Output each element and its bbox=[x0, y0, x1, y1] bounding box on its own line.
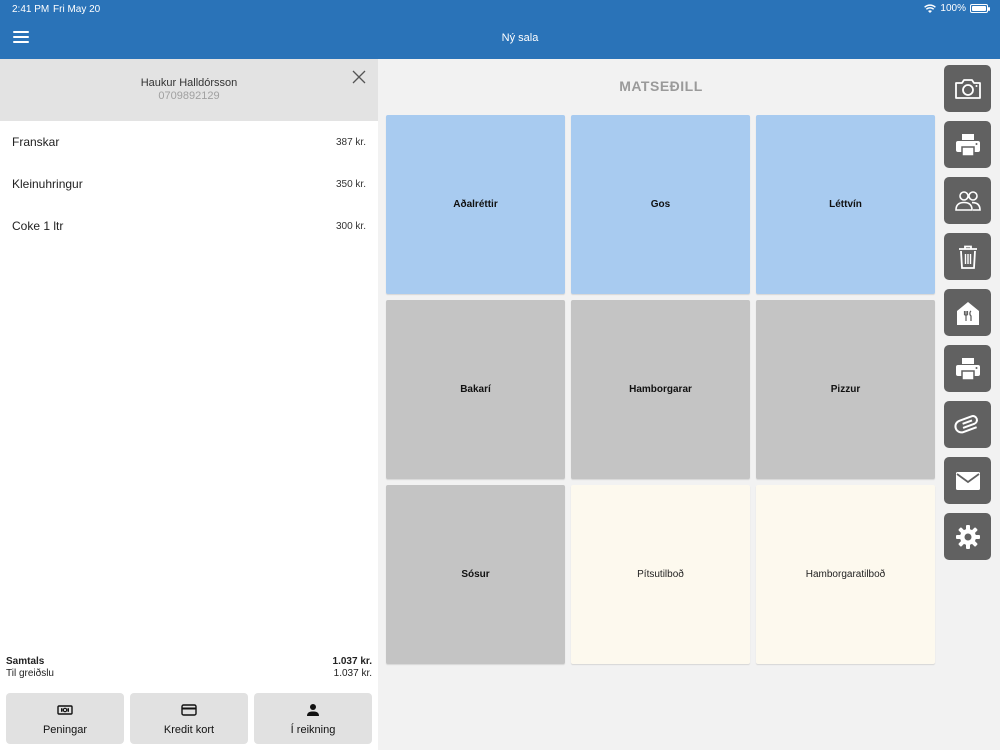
cash-icon bbox=[57, 704, 73, 715]
cash-button[interactable]: Peningar bbox=[6, 693, 124, 744]
menu-title: MATSEÐILL bbox=[619, 78, 703, 94]
gear-icon bbox=[955, 524, 980, 549]
menu-tile-pitsutilbod[interactable]: Pítsutilboð bbox=[571, 485, 750, 664]
print-button-2[interactable] bbox=[944, 345, 991, 392]
amount-due-label: Til greiðslu bbox=[6, 668, 54, 679]
status-indicators: 100% bbox=[924, 3, 990, 14]
email-button[interactable] bbox=[944, 457, 991, 504]
paperclip-icon bbox=[953, 414, 978, 433]
camera-icon bbox=[954, 78, 981, 99]
battery-icon bbox=[970, 4, 990, 13]
page-title: Ný sala bbox=[501, 32, 539, 44]
payment-buttons: Peningar Kredit kort Í reikning bbox=[6, 693, 372, 744]
camera-button[interactable] bbox=[944, 65, 991, 112]
attach-button[interactable] bbox=[944, 401, 991, 448]
menu-tile-bakari[interactable]: Bakarí bbox=[386, 300, 565, 479]
account-button[interactable]: Í reikning bbox=[254, 693, 372, 744]
total-value: 1.037 kr. bbox=[332, 656, 372, 667]
order-item-name: Kleinuhringur bbox=[12, 177, 83, 191]
order-item-price: 387 kr. bbox=[335, 136, 366, 148]
order-item[interactable]: Franskar 387 kr. bbox=[0, 121, 378, 163]
printer-icon bbox=[955, 357, 980, 381]
print-button[interactable] bbox=[944, 121, 991, 168]
menu-tile-sosur[interactable]: Sósur bbox=[386, 485, 565, 664]
credit-card-icon bbox=[181, 703, 197, 716]
order-item-name: Franskar bbox=[12, 135, 60, 149]
credit-card-button-label: Kredit kort bbox=[163, 723, 215, 736]
menu-tile-hamborgarar[interactable]: Hamborgarar bbox=[571, 300, 750, 479]
status-time: 2:41 PM bbox=[12, 4, 50, 15]
close-icon[interactable] bbox=[352, 70, 366, 84]
account-button-label: Í reikning bbox=[290, 723, 336, 736]
order-item[interactable]: Coke 1 ltr 300 kr. bbox=[0, 205, 378, 247]
delete-button[interactable] bbox=[944, 233, 991, 280]
mail-icon bbox=[955, 471, 980, 490]
people-icon bbox=[954, 190, 981, 211]
totals: Samtals 1.037 kr. Til greiðslu 1.037 kr. bbox=[6, 656, 372, 680]
order-item[interactable]: Kleinuhringur 350 kr. bbox=[0, 163, 378, 205]
order-item-price: 350 kr. bbox=[335, 178, 366, 190]
customer-id: 0709892129 bbox=[158, 90, 220, 102]
battery-percent: 100% bbox=[940, 3, 966, 14]
order-item-name: Coke 1 ltr bbox=[12, 219, 64, 233]
restaurant-button[interactable] bbox=[944, 289, 991, 336]
settings-button[interactable] bbox=[944, 513, 991, 560]
top-bar: 2:41 PM Fri May 20 100% Ný sala bbox=[0, 0, 1000, 59]
order-item-price: 300 kr. bbox=[335, 220, 366, 232]
wifi-icon bbox=[924, 4, 937, 13]
amount-due-value: 1.037 kr. bbox=[333, 668, 372, 679]
person-icon bbox=[307, 703, 319, 716]
status-date: Fri May 20 bbox=[53, 4, 101, 15]
printer-icon bbox=[955, 133, 980, 157]
action-toolbar bbox=[944, 65, 991, 560]
trash-icon bbox=[958, 245, 977, 269]
menu-tile-lettvin[interactable]: Léttvín bbox=[756, 115, 935, 294]
credit-card-button[interactable]: Kredit kort bbox=[130, 693, 248, 744]
menu-tile-adalrettir[interactable]: Aðalréttir bbox=[386, 115, 565, 294]
customer-header: Haukur Halldórsson 0709892129 bbox=[0, 59, 378, 121]
order-panel: Haukur Halldórsson 0709892129 Franskar 3… bbox=[0, 59, 378, 750]
total-label: Samtals bbox=[6, 656, 45, 667]
restaurant-house-icon bbox=[956, 301, 979, 325]
menu-tile-hamborgaratilbod[interactable]: Hamborgaratilboð bbox=[756, 485, 935, 664]
cash-button-label: Peningar bbox=[42, 723, 88, 736]
menu-tile-gos[interactable]: Gos bbox=[571, 115, 750, 294]
menu-tile-pizzur[interactable]: Pizzur bbox=[756, 300, 935, 479]
order-list: Franskar 387 kr. Kleinuhringur 350 kr. C… bbox=[0, 121, 378, 247]
menu-grid: Aðalréttir Gos Léttvín Bakarí Hamborgara… bbox=[386, 115, 935, 664]
customer-name: Haukur Halldórsson bbox=[140, 77, 238, 89]
customers-button[interactable] bbox=[944, 177, 991, 224]
